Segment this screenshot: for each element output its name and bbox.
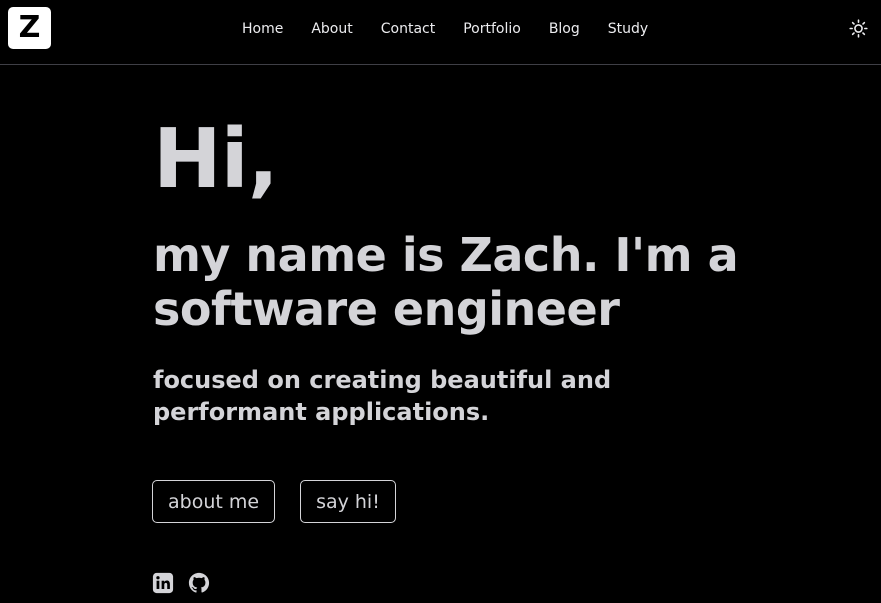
github-icon[interactable] — [188, 572, 210, 594]
sun-icon[interactable] — [849, 19, 868, 38]
say-hi-button[interactable]: say hi! — [300, 480, 396, 523]
hero-intro: my name is Zach. I'm a software engineer — [153, 228, 739, 336]
social-links — [152, 572, 210, 594]
nav-about[interactable]: About — [311, 18, 352, 40]
linkedin-icon[interactable] — [152, 572, 174, 594]
main-nav: Home About Contact Portfolio Blog Study — [242, 18, 648, 40]
cta-buttons: about me say hi! — [152, 480, 396, 523]
nav-blog[interactable]: Blog — [549, 18, 580, 40]
logo[interactable]: Z — [8, 7, 51, 49]
site-header: Z Home About Contact Portfolio Blog Stud… — [0, 0, 881, 65]
nav-portfolio[interactable]: Portfolio — [463, 18, 521, 40]
about-me-button[interactable]: about me — [152, 480, 276, 523]
hero-greeting: Hi, — [153, 112, 279, 207]
nav-study[interactable]: Study — [608, 18, 648, 40]
nav-home[interactable]: Home — [242, 18, 283, 40]
hero-section: Hi, my name is Zach. I'm a software engi… — [153, 110, 793, 428]
hero-subtitle: focused on creating beautiful and perfor… — [153, 366, 612, 426]
nav-contact[interactable]: Contact — [381, 18, 435, 40]
